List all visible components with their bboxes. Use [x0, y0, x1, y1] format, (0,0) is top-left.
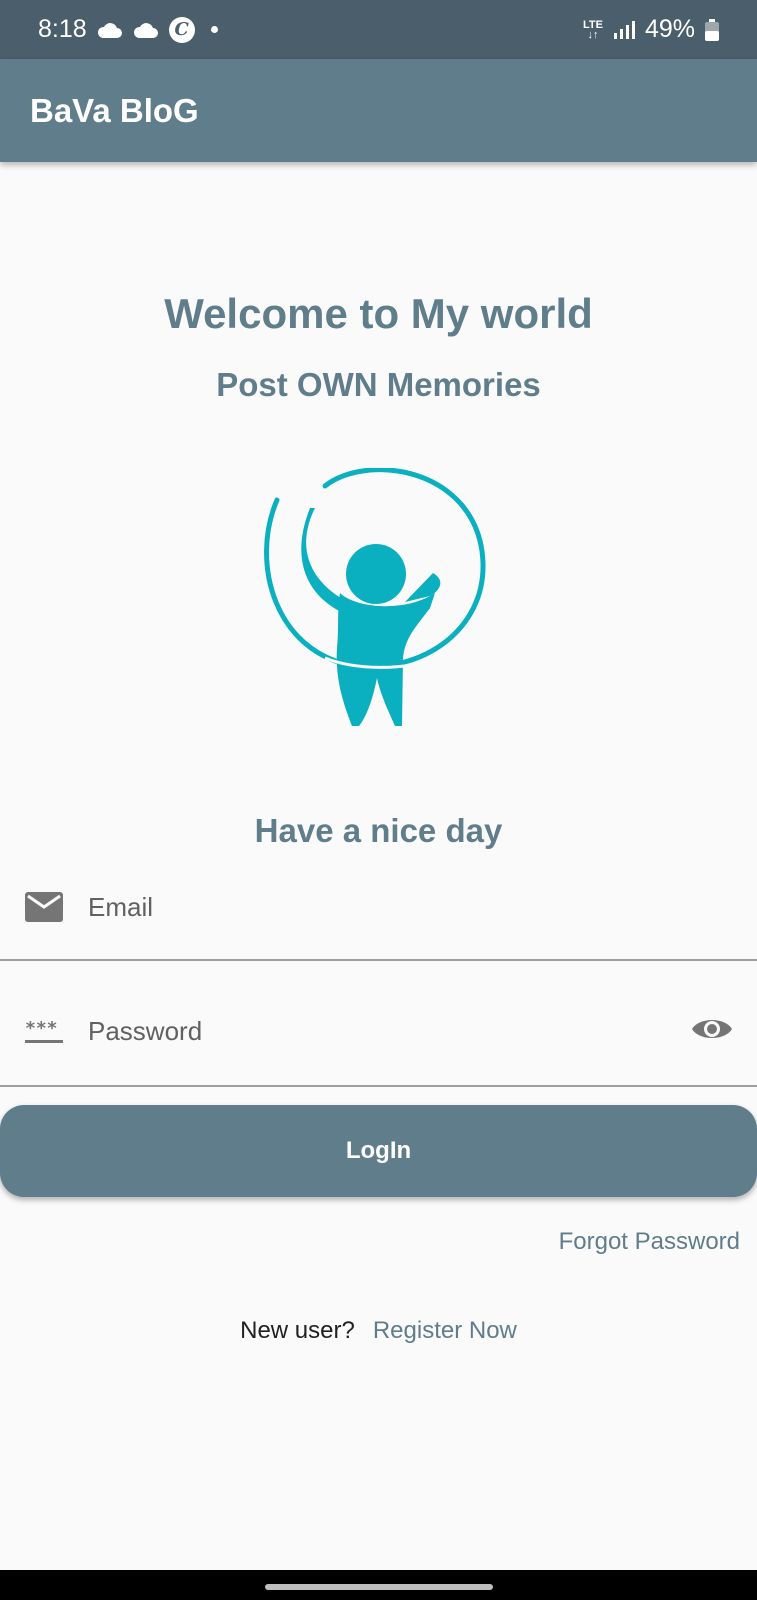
signal-icon	[613, 20, 635, 39]
cloud-icon	[97, 22, 122, 38]
new-user-prompt: New user?	[240, 1317, 355, 1344]
email-placeholder: Email	[88, 892, 154, 922]
dot-icon	[210, 26, 218, 33]
password-placeholder: Password	[88, 1016, 203, 1046]
app-bar: BaVa BloG	[0, 59, 757, 162]
welcome-title: Welcome to My world	[164, 290, 593, 337]
eye-icon[interactable]	[691, 1014, 733, 1044]
lte-icon: LTE ↓↑	[582, 18, 603, 41]
password-mask-icon: ***	[25, 1018, 63, 1043]
person-hoop-logo	[264, 468, 486, 726]
password-mask-text: ***	[25, 1018, 58, 1039]
home-handle[interactable]	[265, 1584, 493, 1590]
login-button[interactable]: LogIn	[0, 1105, 757, 1197]
navigation-bar	[0, 1570, 757, 1600]
register-row: New user? Register Now	[0, 1317, 757, 1345]
status-left: 8:18 C	[38, 15, 218, 44]
cloud-icon	[133, 22, 158, 38]
login-label: LogIn	[345, 1137, 412, 1164]
password-field[interactable]: *** Password	[0, 994, 757, 1087]
status-right: LTE ↓↑ 49%	[583, 15, 719, 44]
forgot-password-link[interactable]: Forgot Password	[559, 1228, 740, 1256]
register-now-link[interactable]: Register Now	[373, 1317, 517, 1345]
email-field[interactable]: Email	[0, 870, 757, 961]
status-time: 8:18	[38, 15, 87, 43]
status-bar: 8:18 C LTE ↓↑ 49%	[0, 0, 757, 59]
c-app-icon: C	[168, 16, 195, 43]
battery-icon	[705, 18, 719, 41]
mail-icon	[25, 892, 63, 922]
app-title: BaVa BloG	[30, 91, 199, 129]
battery-percent: 49%	[644, 15, 695, 43]
network-label: LTE	[582, 18, 603, 31]
welcome-subtitle: Post OWN Memories	[216, 366, 541, 403]
greeting-text: Have a nice day	[254, 812, 503, 849]
